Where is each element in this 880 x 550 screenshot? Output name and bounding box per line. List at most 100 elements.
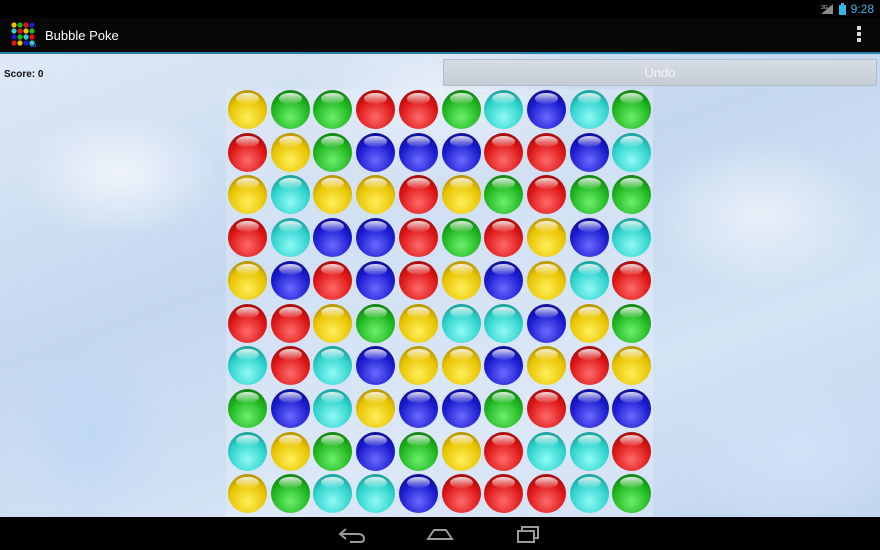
bubble-cyan[interactable] bbox=[313, 388, 353, 428]
bubble-red[interactable] bbox=[569, 346, 609, 386]
bubble-yellow[interactable] bbox=[356, 388, 396, 428]
bubble-green[interactable] bbox=[313, 90, 353, 129]
bubble-blue[interactable] bbox=[441, 132, 481, 172]
bubble-red[interactable] bbox=[441, 474, 481, 514]
bubble-cyan[interactable] bbox=[526, 431, 566, 471]
bubble-green[interactable] bbox=[398, 431, 438, 471]
bubble-red[interactable] bbox=[228, 132, 267, 172]
bubble-red[interactable] bbox=[313, 260, 353, 300]
bubble-red[interactable] bbox=[612, 260, 652, 300]
bubble-red[interactable] bbox=[398, 260, 438, 300]
bubble-blue[interactable] bbox=[484, 260, 524, 300]
bubble-cyan[interactable] bbox=[270, 175, 310, 215]
bubble-red[interactable] bbox=[398, 90, 438, 129]
bubble-yellow[interactable] bbox=[228, 474, 267, 514]
bubble-green[interactable] bbox=[356, 303, 396, 343]
bubble-green[interactable] bbox=[270, 90, 310, 129]
bubble-cyan[interactable] bbox=[569, 260, 609, 300]
bubble-blue[interactable] bbox=[612, 388, 652, 428]
bubble-blue[interactable] bbox=[313, 218, 353, 258]
bubble-blue[interactable] bbox=[398, 132, 438, 172]
bubble-red[interactable] bbox=[526, 474, 566, 514]
bubble-yellow[interactable] bbox=[228, 260, 267, 300]
bubble-green[interactable] bbox=[612, 303, 652, 343]
bubble-blue[interactable] bbox=[441, 388, 481, 428]
bubble-red[interactable] bbox=[228, 218, 267, 258]
bubble-green[interactable] bbox=[228, 388, 267, 428]
bubble-blue[interactable] bbox=[569, 218, 609, 258]
bubble-red[interactable] bbox=[398, 175, 438, 215]
bubble-cyan[interactable] bbox=[569, 90, 609, 129]
bubble-yellow[interactable] bbox=[270, 431, 310, 471]
bubble-green[interactable] bbox=[441, 218, 481, 258]
back-icon[interactable] bbox=[334, 523, 370, 545]
bubble-cyan[interactable] bbox=[228, 346, 267, 386]
bubble-red[interactable] bbox=[484, 132, 524, 172]
bubble-yellow[interactable] bbox=[526, 260, 566, 300]
bubble-yellow[interactable] bbox=[441, 260, 481, 300]
bubble-red[interactable] bbox=[484, 474, 524, 514]
bubble-green[interactable] bbox=[612, 175, 652, 215]
bubble-cyan[interactable] bbox=[313, 346, 353, 386]
bubble-blue[interactable] bbox=[398, 474, 438, 514]
recent-apps-icon[interactable] bbox=[511, 523, 547, 545]
bubble-blue[interactable] bbox=[356, 346, 396, 386]
bubble-red[interactable] bbox=[270, 346, 310, 386]
bubble-cyan[interactable] bbox=[612, 218, 652, 258]
bubble-yellow[interactable] bbox=[526, 218, 566, 258]
bubble-red[interactable] bbox=[612, 431, 652, 471]
bubble-yellow[interactable] bbox=[228, 90, 267, 129]
bubble-green[interactable] bbox=[612, 474, 652, 514]
bubble-green[interactable] bbox=[484, 388, 524, 428]
bubble-yellow[interactable] bbox=[398, 303, 438, 343]
bubble-yellow[interactable] bbox=[356, 175, 396, 215]
bubble-yellow[interactable] bbox=[313, 175, 353, 215]
bubble-blue[interactable] bbox=[526, 90, 566, 129]
bubble-blue[interactable] bbox=[569, 388, 609, 428]
bubble-blue[interactable] bbox=[356, 218, 396, 258]
bubble-blue[interactable] bbox=[569, 132, 609, 172]
bubble-yellow[interactable] bbox=[441, 175, 481, 215]
bubble-red[interactable] bbox=[228, 303, 267, 343]
bubble-red[interactable] bbox=[484, 431, 524, 471]
bubble-cyan[interactable] bbox=[569, 431, 609, 471]
bubble-red[interactable] bbox=[356, 90, 396, 129]
bubble-cyan[interactable] bbox=[612, 132, 652, 172]
bubble-cyan[interactable] bbox=[356, 474, 396, 514]
bubble-green[interactable] bbox=[270, 474, 310, 514]
bubble-red[interactable] bbox=[270, 303, 310, 343]
bubble-cyan[interactable] bbox=[441, 303, 481, 343]
bubble-yellow[interactable] bbox=[526, 346, 566, 386]
bubble-blue[interactable] bbox=[270, 388, 310, 428]
bubble-yellow[interactable] bbox=[441, 431, 481, 471]
bubble-red[interactable] bbox=[526, 175, 566, 215]
bubble-blue[interactable] bbox=[356, 431, 396, 471]
bubble-blue[interactable] bbox=[526, 303, 566, 343]
bubble-blue[interactable] bbox=[356, 260, 396, 300]
undo-button[interactable]: Undo bbox=[443, 59, 877, 86]
bubble-green[interactable] bbox=[612, 90, 652, 129]
bubble-yellow[interactable] bbox=[612, 346, 652, 386]
bubble-yellow[interactable] bbox=[228, 175, 267, 215]
bubble-cyan[interactable] bbox=[484, 303, 524, 343]
bubble-red[interactable] bbox=[526, 388, 566, 428]
bubble-cyan[interactable] bbox=[569, 474, 609, 514]
bubble-green[interactable] bbox=[313, 431, 353, 471]
bubble-yellow[interactable] bbox=[569, 303, 609, 343]
overflow-menu-icon[interactable] bbox=[856, 26, 862, 44]
bubble-cyan[interactable] bbox=[270, 218, 310, 258]
bubble-cyan[interactable] bbox=[313, 474, 353, 514]
bubble-red[interactable] bbox=[484, 218, 524, 258]
bubble-green[interactable] bbox=[441, 90, 481, 129]
bubble-yellow[interactable] bbox=[441, 346, 481, 386]
bubble-yellow[interactable] bbox=[398, 346, 438, 386]
bubble-yellow[interactable] bbox=[313, 303, 353, 343]
bubble-green[interactable] bbox=[484, 175, 524, 215]
bubble-yellow[interactable] bbox=[270, 132, 310, 172]
bubble-red[interactable] bbox=[526, 132, 566, 172]
bubble-red[interactable] bbox=[398, 218, 438, 258]
bubble-blue[interactable] bbox=[270, 260, 310, 300]
bubble-blue[interactable] bbox=[356, 132, 396, 172]
bubble-cyan[interactable] bbox=[228, 431, 267, 471]
bubble-blue[interactable] bbox=[484, 346, 524, 386]
